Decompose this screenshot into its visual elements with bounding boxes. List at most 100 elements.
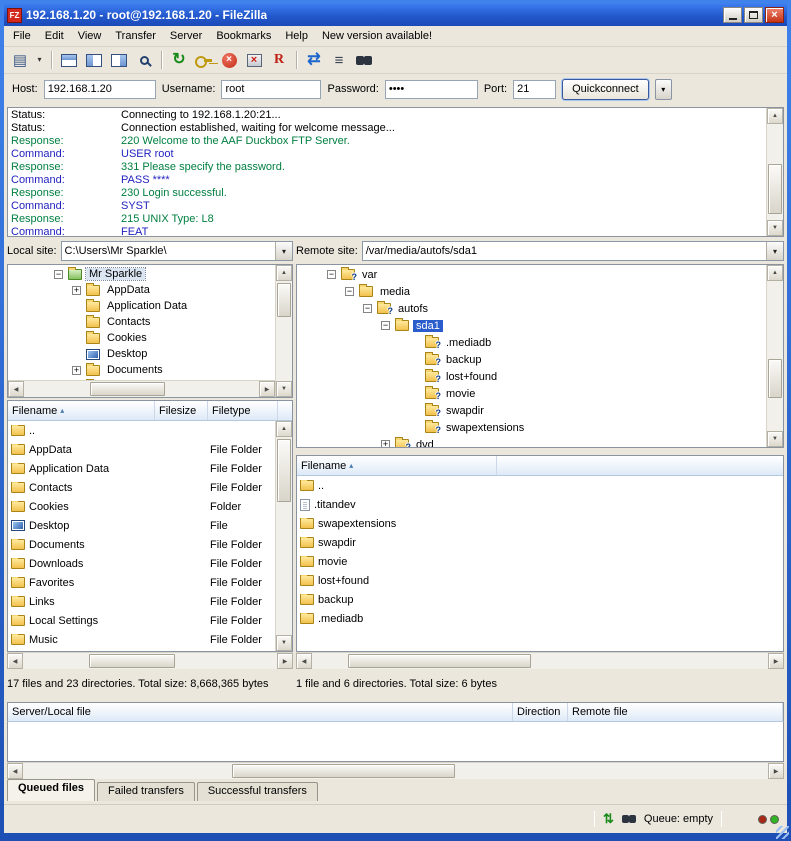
column-filename[interactable]: Filename▴	[8, 401, 155, 420]
tree-item-label[interactable]: dvd	[413, 439, 437, 449]
file-row[interactable]: movie	[297, 552, 783, 571]
tree-expander-icon[interactable]: −	[363, 304, 372, 313]
tree-item-label[interactable]: swapextensions	[443, 422, 527, 434]
tree-item-label[interactable]: movie	[443, 388, 478, 400]
quickconnect-button[interactable]: Quickconnect	[562, 79, 649, 100]
toggle-queue-button[interactable]	[132, 49, 156, 71]
file-row[interactable]: Application Data File Folder	[8, 459, 275, 478]
file-row[interactable]: swapdir	[297, 533, 783, 552]
toggle-message-log-button[interactable]	[57, 49, 81, 71]
tree-expander-icon[interactable]: +	[381, 440, 390, 448]
tree-item[interactable]: swapdir	[299, 402, 765, 419]
scroll-right-button[interactable]: ▶	[768, 763, 784, 779]
column-filetype[interactable]: Filetype	[208, 401, 278, 420]
scroll-right-button[interactable]: ▶	[768, 653, 784, 669]
tree-item[interactable]: lost+found	[299, 368, 765, 385]
quickconnect-dropdown[interactable]: ▾	[655, 79, 672, 100]
file-row[interactable]: Music File Folder	[8, 630, 275, 649]
file-row[interactable]: ..	[8, 421, 275, 440]
menu-help[interactable]: Help	[278, 28, 315, 44]
tree-item[interactable]: + Documents	[10, 362, 274, 378]
file-row[interactable]: Downloads File Folder	[8, 554, 275, 573]
tree-expander-icon[interactable]: −	[327, 270, 336, 279]
scroll-thumb[interactable]	[768, 164, 782, 214]
tree-item-label[interactable]: media	[377, 286, 413, 298]
refresh-button[interactable]: ↻	[167, 49, 191, 71]
tab-queued-files[interactable]: Queued files	[7, 779, 95, 801]
scroll-track[interactable]	[312, 653, 768, 669]
tree-item[interactable]: − sda1	[299, 317, 765, 334]
tab-failed-transfers[interactable]: Failed transfers	[97, 782, 195, 801]
scroll-track[interactable]	[276, 281, 292, 381]
scroll-left-button[interactable]: ◀	[7, 653, 23, 669]
queue-splitter[interactable]	[4, 693, 787, 701]
site-manager-dropdown[interactable]: ▾	[33, 49, 46, 71]
tree-item[interactable]: + dvd	[299, 436, 765, 448]
tree-item[interactable]: Contacts	[10, 314, 274, 330]
tree-item-label[interactable]: sda1	[413, 320, 443, 332]
resize-grip[interactable]	[776, 826, 789, 839]
scroll-thumb[interactable]	[277, 283, 291, 317]
tree-item-label[interactable]: AppData	[104, 284, 153, 296]
column-server-local-file[interactable]: Server/Local file	[8, 703, 513, 721]
file-row[interactable]: Desktop File	[8, 516, 275, 535]
tree-item-label[interactable]: Contacts	[104, 316, 153, 328]
scroll-right-button[interactable]: ▶	[259, 381, 275, 397]
menu-edit[interactable]: Edit	[38, 28, 71, 44]
tree-item[interactable]: movie	[299, 385, 765, 402]
remote-list-horizontal-scrollbar[interactable]: ◀ ▶	[296, 652, 784, 669]
tree-item-label[interactable]: Cookies	[104, 332, 150, 344]
toggle-remote-tree-button[interactable]	[107, 49, 131, 71]
scroll-down-button[interactable]: ▼	[767, 431, 783, 447]
file-row[interactable]: .titandev	[297, 495, 783, 514]
tree-expander-icon[interactable]: −	[345, 287, 354, 296]
file-row[interactable]: backup	[297, 590, 783, 609]
file-row[interactable]: Documents File Folder	[8, 535, 275, 554]
tree-item[interactable]: − media	[299, 283, 765, 300]
menu-bookmarks[interactable]: Bookmarks	[209, 28, 278, 44]
menu-server[interactable]: Server	[163, 28, 209, 44]
disconnect-button[interactable]: ×	[242, 49, 266, 71]
scroll-down-button[interactable]: ▼	[767, 220, 783, 236]
column-direction[interactable]: Direction	[513, 703, 568, 721]
tree-item[interactable]: swapextensions	[299, 419, 765, 436]
toggle-local-tree-button[interactable]	[82, 49, 106, 71]
local-tree-vertical-scrollbar[interactable]: ▲ ▼	[275, 265, 292, 397]
local-list-vertical-scrollbar[interactable]: ▲ ▼	[275, 421, 292, 651]
username-input[interactable]	[221, 80, 321, 99]
tree-item-label[interactable]: Desktop	[104, 348, 150, 360]
scroll-thumb[interactable]	[232, 764, 456, 778]
synchronized-browsing-button[interactable]: ⇄	[302, 49, 326, 71]
site-manager-button[interactable]: ▤	[8, 49, 32, 71]
tree-item-label[interactable]: .mediadb	[443, 337, 494, 349]
menu-new-version[interactable]: New version available!	[315, 28, 439, 44]
close-button[interactable]: ×	[765, 7, 784, 23]
scroll-right-button[interactable]: ▶	[277, 653, 293, 669]
menu-transfer[interactable]: Transfer	[108, 28, 163, 44]
tree-item[interactable]: .mediadb	[299, 334, 765, 351]
scroll-track[interactable]	[23, 653, 277, 669]
file-row[interactable]: Local Settings File Folder	[8, 611, 275, 630]
scroll-thumb[interactable]	[89, 654, 175, 668]
scroll-thumb[interactable]	[277, 439, 291, 502]
scroll-track[interactable]	[767, 281, 783, 431]
column-filesize[interactable]: Filesize	[155, 401, 208, 420]
tree-item-label[interactable]: Mr Sparkle	[86, 268, 145, 280]
remote-site-combo[interactable]: /var/media/autofs/sda1 ▾	[362, 241, 784, 261]
local-list-horizontal-scrollbar[interactable]: ◀ ▶	[7, 652, 293, 669]
password-input[interactable]	[385, 80, 478, 99]
file-row[interactable]: Favorites File Folder	[8, 573, 275, 592]
tree-item-label[interactable]: Documents	[104, 364, 166, 376]
file-row[interactable]: Links File Folder	[8, 592, 275, 611]
scroll-track[interactable]	[24, 381, 259, 397]
scroll-thumb[interactable]	[90, 382, 165, 396]
tree-expander-icon[interactable]: −	[381, 321, 390, 330]
file-row[interactable]: ..	[297, 476, 783, 495]
scroll-up-button[interactable]: ▲	[276, 421, 292, 437]
toolbar-separator[interactable]	[157, 49, 166, 71]
dropdown-arrow-icon[interactable]: ▾	[766, 242, 783, 260]
column-filename[interactable]: Filename▴	[297, 456, 497, 475]
toolbar-separator[interactable]	[47, 49, 56, 71]
local-tree-horizontal-scrollbar[interactable]: ◀ ▶	[8, 380, 275, 397]
scroll-down-button[interactable]: ▼	[276, 635, 292, 651]
